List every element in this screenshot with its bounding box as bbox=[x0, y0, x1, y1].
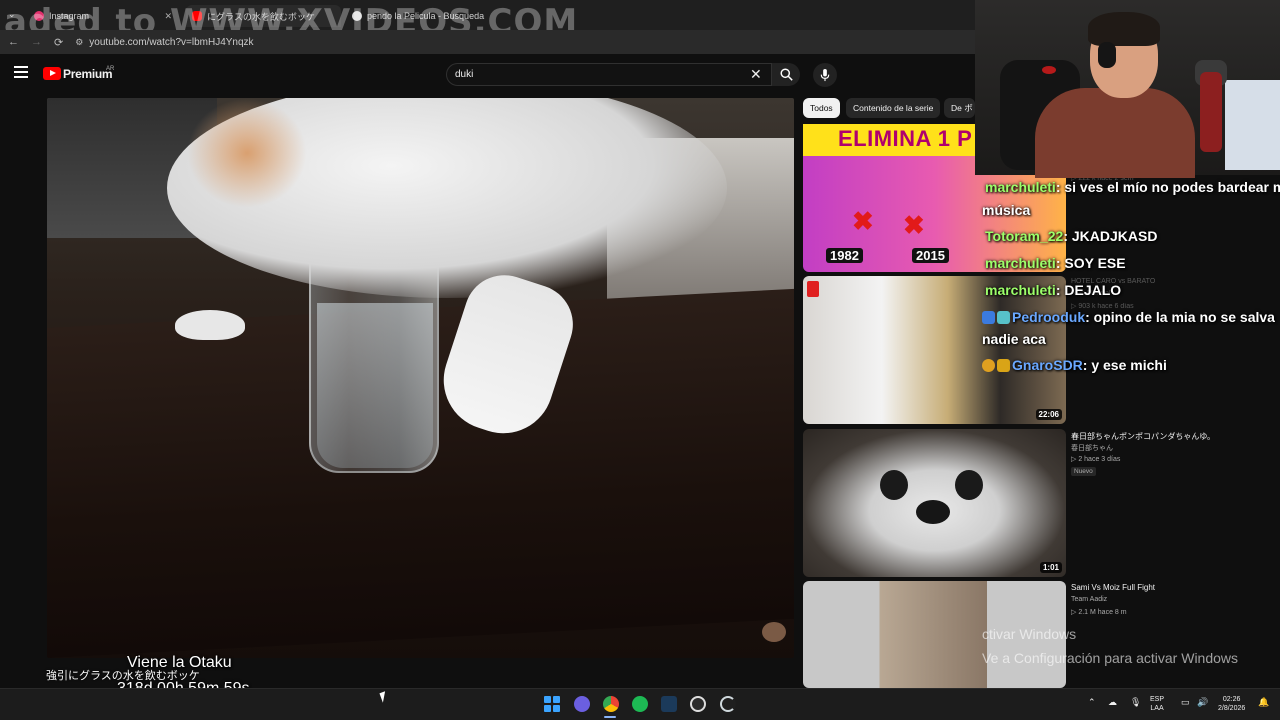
chat-username: Pedrooduk bbox=[1012, 309, 1086, 325]
chat-text: : si ves el mío no podes bardear m bbox=[1055, 179, 1280, 195]
crown-badge-icon bbox=[997, 359, 1010, 372]
search-input-value[interactable]: duki bbox=[455, 69, 473, 80]
chat-username: marchuleti bbox=[985, 179, 1056, 195]
volume-icon[interactable]: 🔊 bbox=[1197, 698, 1208, 707]
youtube-logo-icon[interactable] bbox=[43, 67, 61, 80]
url-text[interactable]: youtube.com/watch?v=lbmHJ4Ynqzk bbox=[89, 37, 253, 48]
back-arrow-icon[interactable]: ← bbox=[8, 36, 19, 48]
new-badge: Nuevo bbox=[1071, 467, 1096, 476]
clock[interactable]: 02:26 2/8/2026 bbox=[1218, 695, 1245, 713]
chat-username: GnaroSDR bbox=[1012, 357, 1083, 373]
microphone-arm bbox=[1200, 72, 1222, 152]
steam-icon[interactable] bbox=[661, 696, 677, 712]
chat-message-continued: nadie aca bbox=[982, 331, 1046, 347]
search-input[interactable] bbox=[446, 63, 772, 86]
network-icon[interactable]: ▭ bbox=[1181, 698, 1190, 707]
video-thumbnail-2[interactable]: 22:06 bbox=[803, 276, 1066, 424]
video-stats: ▷ 2 hace 3 días bbox=[1071, 456, 1121, 463]
thumbnail-year-2: 2015 bbox=[912, 248, 949, 263]
panda-eye bbox=[955, 470, 983, 500]
channel-name[interactable]: 春日部ちゃん bbox=[1071, 443, 1113, 453]
webcam-person-hair bbox=[1088, 12, 1160, 46]
clock-date: 2/8/2026 bbox=[1218, 705, 1246, 712]
chip-serie[interactable]: Contenido de la serie bbox=[846, 98, 941, 118]
panda-nose bbox=[916, 500, 950, 524]
thumbnail-banner-text: ELIMINA 1 P bbox=[838, 126, 973, 151]
search-icon bbox=[779, 68, 793, 81]
language-code: ESP bbox=[1150, 696, 1165, 703]
chrome-icon[interactable] bbox=[603, 696, 619, 712]
microphone-icon bbox=[820, 68, 830, 81]
chat-text: : DEJALO bbox=[1055, 282, 1122, 298]
active-app-indicator bbox=[604, 716, 616, 718]
chip-todos[interactable]: Todos bbox=[803, 98, 840, 118]
chat-text: nadie aca bbox=[982, 331, 1046, 347]
microphone-tray-icon[interactable]: 🎙 bbox=[1130, 698, 1141, 707]
region-code: AR bbox=[106, 66, 115, 72]
video-title[interactable]: 春日部ちゃんポンポコパンダちゃんゆ。 bbox=[1071, 431, 1215, 442]
chat-text: : JKADJKASD bbox=[1063, 228, 1158, 244]
chat-text: música bbox=[982, 202, 1031, 218]
cloud-icon[interactable]: ☁ bbox=[1108, 698, 1117, 707]
clear-search-icon[interactable]: ✕ bbox=[750, 66, 762, 83]
webcam-person-body bbox=[1035, 88, 1195, 178]
language-indicator[interactable]: ESP LAA bbox=[1150, 695, 1164, 713]
voice-search-button[interactable] bbox=[813, 63, 837, 87]
dollar-badge-icon bbox=[807, 281, 819, 297]
chat-username: marchuleti bbox=[985, 282, 1056, 298]
discord-icon[interactable] bbox=[574, 696, 590, 712]
reload-icon[interactable]: ⟳ bbox=[54, 36, 63, 49]
video-stats: ▷ 2.1 M hace 8 m bbox=[1071, 609, 1127, 616]
video-frame-cup bbox=[175, 310, 245, 340]
video-frame-water bbox=[317, 303, 433, 468]
keyboard-layout: LAA bbox=[1150, 705, 1164, 712]
chat-message: marchuleti: si ves el mío no podes barde… bbox=[985, 179, 1280, 195]
chip-de[interactable]: De ボ bbox=[944, 98, 975, 118]
red-x-icon: ✖ bbox=[903, 210, 925, 240]
app-c-icon[interactable] bbox=[720, 696, 736, 712]
video-frame-cat-patch bbox=[187, 98, 307, 208]
stream-overlay-text: Viene la Otaku bbox=[127, 654, 232, 671]
subscriber-badge-icon bbox=[982, 311, 995, 324]
rank-badge-icon bbox=[982, 359, 995, 372]
chat-message: Totoram_22: JKADJKASD bbox=[985, 228, 1157, 244]
chat-message: Pedrooduk: opino de la mia no se salva bbox=[982, 309, 1275, 325]
red-x-icon: ✖ bbox=[852, 206, 874, 236]
headset-icon bbox=[1098, 42, 1116, 68]
chat-message: marchuleti: DEJALO bbox=[985, 282, 1121, 298]
activate-windows-subtitle: Ve a Configuración para activar Windows bbox=[982, 650, 1239, 666]
youtube-premium-logo-text[interactable]: Premium bbox=[63, 67, 113, 81]
notifications-icon[interactable]: 🔔 bbox=[1258, 698, 1269, 707]
obs-icon[interactable] bbox=[690, 696, 706, 712]
search-button[interactable] bbox=[772, 63, 800, 86]
chat-text: : y ese michi bbox=[1082, 357, 1167, 373]
chat-message: GnaroSDR: y ese michi bbox=[982, 357, 1167, 373]
activate-windows-title: ctivar Windows bbox=[982, 626, 1077, 642]
clock-time: 02:26 bbox=[1222, 696, 1241, 703]
site-info-icon[interactable]: ⚙ bbox=[75, 37, 83, 48]
chat-username: Totoram_22 bbox=[985, 228, 1064, 244]
video-duration: 22:06 bbox=[1035, 409, 1062, 420]
thumbnail-year-1: 1982 bbox=[826, 248, 863, 263]
chevron-up-icon[interactable]: ⌃ bbox=[1088, 698, 1096, 707]
chat-text: : opino de la mia no se salva bbox=[1085, 309, 1275, 325]
panda-eye bbox=[880, 470, 908, 500]
menu-icon[interactable] bbox=[14, 66, 28, 78]
channel-watermark-icon[interactable] bbox=[762, 622, 786, 642]
forward-arrow-icon[interactable]: → bbox=[31, 36, 42, 48]
video-player[interactable] bbox=[47, 98, 794, 658]
webcam-chair-logo bbox=[1042, 66, 1056, 74]
channel-name[interactable]: Team Aadiz bbox=[1071, 596, 1107, 603]
windows-start-icon[interactable] bbox=[544, 696, 560, 712]
spotify-icon[interactable] bbox=[632, 696, 648, 712]
chat-message: marchuleti: SOY ESE bbox=[985, 255, 1126, 271]
chat-username: marchuleti bbox=[985, 255, 1056, 271]
chat-text: : SOY ESE bbox=[1055, 255, 1126, 271]
chat-message-continued: música bbox=[982, 202, 1030, 218]
address-bar[interactable]: ← → ⟳ ⚙ youtube.com/watch?v=lbmHJ4Ynqzk bbox=[0, 30, 975, 54]
vip-badge-icon bbox=[997, 311, 1010, 324]
video-title[interactable]: Sami Vs Moiz Full Fight bbox=[1071, 583, 1155, 592]
webcam-monitor bbox=[1225, 80, 1280, 170]
video-duration: 1:01 bbox=[1039, 562, 1062, 573]
